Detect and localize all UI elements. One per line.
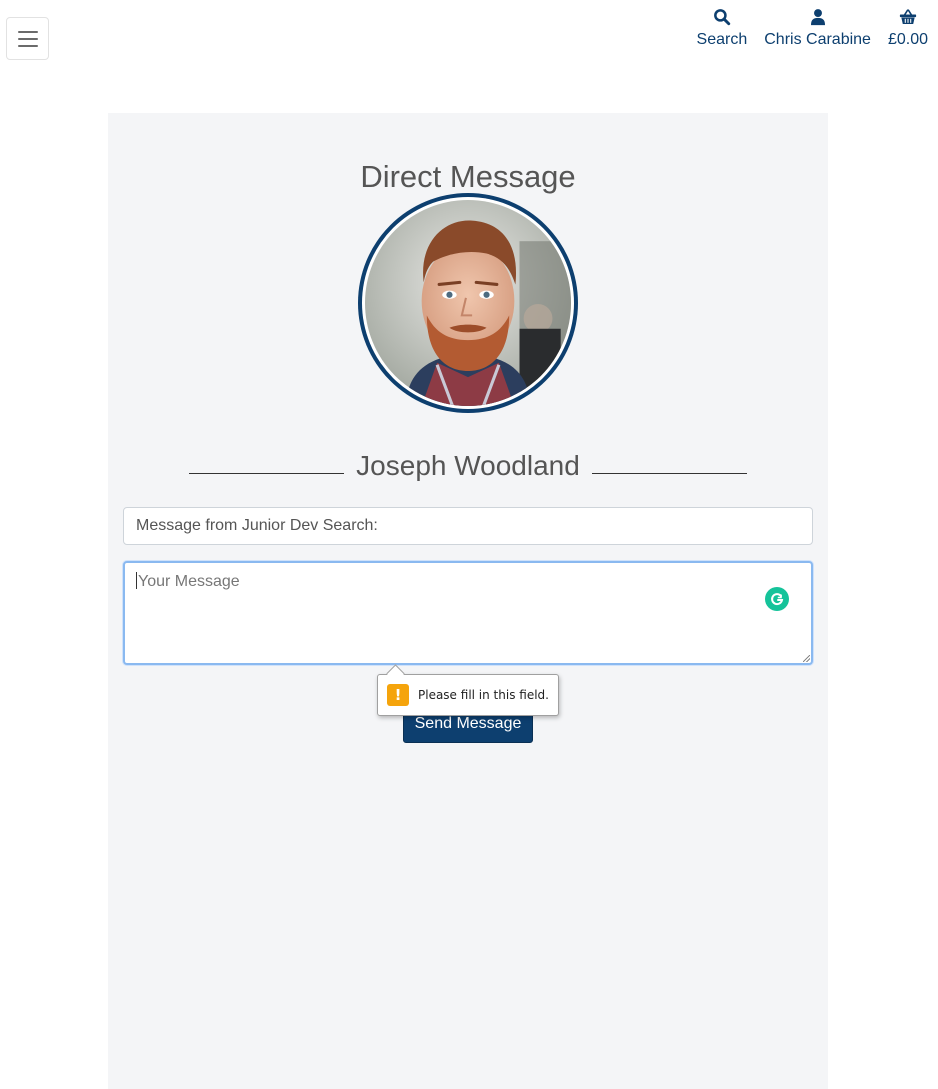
hamburger-icon-bar <box>17 44 38 47</box>
tooltip-arrow <box>386 664 405 683</box>
basket-icon <box>899 9 917 25</box>
page-title: Direct Message <box>360 158 576 194</box>
grammarly-g-icon <box>771 593 784 606</box>
search-icon <box>713 9 731 26</box>
validation-message: Please fill in this field. <box>418 688 549 702</box>
menu-toggle-button[interactable] <box>6 17 49 60</box>
recipient-avatar <box>358 193 578 413</box>
avatar-frame <box>362 197 574 409</box>
nav-search-label: Search <box>696 31 748 48</box>
nav-account-link[interactable]: Chris Carabine <box>764 8 871 49</box>
direct-message-panel: Direct Message Joseph Woodland Message f… <box>108 113 828 1089</box>
message-placeholder: Your Message <box>138 573 240 590</box>
nav-search-link[interactable]: Search <box>696 8 748 49</box>
validation-tooltip: ! Please fill in this field. <box>377 664 559 716</box>
recipient-name: Joseph Woodland <box>356 450 580 481</box>
nav-basket-link[interactable]: £0.00 <box>888 8 928 49</box>
top-nav: Search Chris Carabine £0.00 <box>697 8 928 49</box>
subject-field[interactable]: Message from Junior Dev Search: <box>123 507 813 545</box>
avatar-photo <box>365 200 571 406</box>
user-icon <box>810 9 825 26</box>
hamburger-icon-bar <box>17 30 38 33</box>
grammarly-icon[interactable] <box>765 587 789 611</box>
divider-left <box>189 472 345 474</box>
message-textarea[interactable]: Your Message <box>123 561 813 665</box>
divider-right <box>591 472 747 474</box>
recipient-heading: Joseph Woodland <box>108 450 828 482</box>
text-cursor <box>136 572 137 589</box>
resize-handle[interactable] <box>803 655 810 662</box>
nav-basket-total: £0.00 <box>887 31 928 48</box>
nav-account-label: Chris Carabine <box>764 31 871 48</box>
hamburger-icon-bar <box>17 37 38 40</box>
warning-icon: ! <box>387 684 409 706</box>
